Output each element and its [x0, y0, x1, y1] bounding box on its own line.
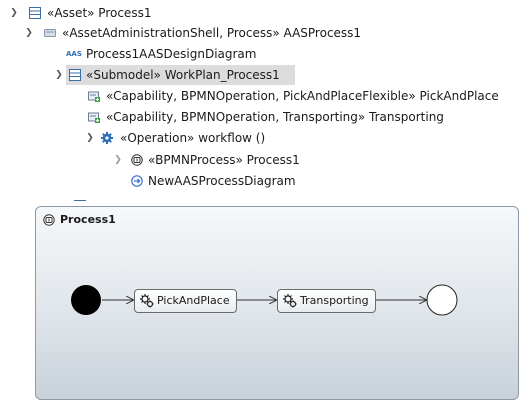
asset-icon: [29, 7, 41, 19]
capability-icon: [88, 91, 100, 102]
tree-item-label: «Submodel» WorkPlan_Process1: [86, 68, 280, 82]
tree-item-label: NewAASProcessDiagram: [148, 174, 296, 188]
aas-diagram-icon: AAS: [66, 50, 82, 58]
chevron-down-icon[interactable]: ❯: [84, 128, 96, 148]
shell-icon: [44, 29, 56, 37]
tree-item-aas-process1[interactable]: ❯ «AssetAdministrationShell, Process» AA…: [0, 23, 440, 43]
tree-item-bpmn-process1[interactable]: ❯ «BPMNProcess» Process1: [0, 150, 300, 170]
tree-item-capability-transporting[interactable]: «Capability, BPMNOperation, Transporting…: [0, 107, 470, 127]
task-pickandplace[interactable]: PickAndPlace: [134, 289, 237, 313]
task-transporting[interactable]: Transporting: [277, 289, 376, 313]
process-diagram-canvas[interactable]: Process1 PickAndPlace Transporting: [35, 206, 519, 400]
start-event[interactable]: [71, 285, 101, 315]
tree-item-label: «Operation» workflow (): [120, 131, 266, 145]
tree-divider: [74, 200, 86, 201]
task-label: Transporting: [300, 294, 369, 307]
gear-icon: [140, 294, 154, 308]
gear-icon: [283, 294, 297, 308]
chevron-down-icon[interactable]: ❯: [8, 3, 20, 23]
tree-item-process-diagram[interactable]: NewAASProcessDiagram: [0, 171, 300, 191]
task-label: PickAndPlace: [157, 294, 230, 307]
diagram-icon: [131, 175, 143, 187]
tree-item-capability-pickandplace[interactable]: «Capability, BPMNOperation, PickAndPlace…: [0, 86, 525, 106]
tree-item-submodel-row: ❯ «Submodel» WorkPlan_Process1: [0, 65, 300, 85]
tree-item-label: «Capability, BPMNOperation, PickAndPlace…: [106, 89, 499, 103]
tree-item-operation-workflow[interactable]: ❯ «Operation» workflow (): [0, 128, 270, 148]
chevron-down-icon[interactable]: ❯: [23, 23, 35, 43]
tree-item-label: «Asset» Process1: [47, 6, 152, 20]
tree-item-label: «Capability, BPMNOperation, Transporting…: [106, 110, 444, 124]
tree-item-label: Process1AASDesignDiagram: [86, 47, 257, 61]
submodel-icon: [69, 69, 81, 81]
process-icon: [131, 154, 143, 166]
tree-item-label: «AssetAdministrationShell, Process» AASP…: [62, 26, 362, 40]
gear-icon: [101, 132, 113, 144]
tree-item-asset-process1[interactable]: ❯ «Asset» Process1: [0, 3, 330, 23]
chevron-down-icon[interactable]: ❯: [53, 65, 65, 85]
chevron-right-icon[interactable]: ❯: [112, 150, 124, 170]
tree-item-design-diagram[interactable]: AAS Process1AASDesignDiagram: [0, 44, 300, 64]
capability-icon: [88, 112, 100, 123]
end-event[interactable]: [426, 284, 458, 316]
tree-item-label: «BPMNProcess» Process1: [148, 153, 300, 167]
